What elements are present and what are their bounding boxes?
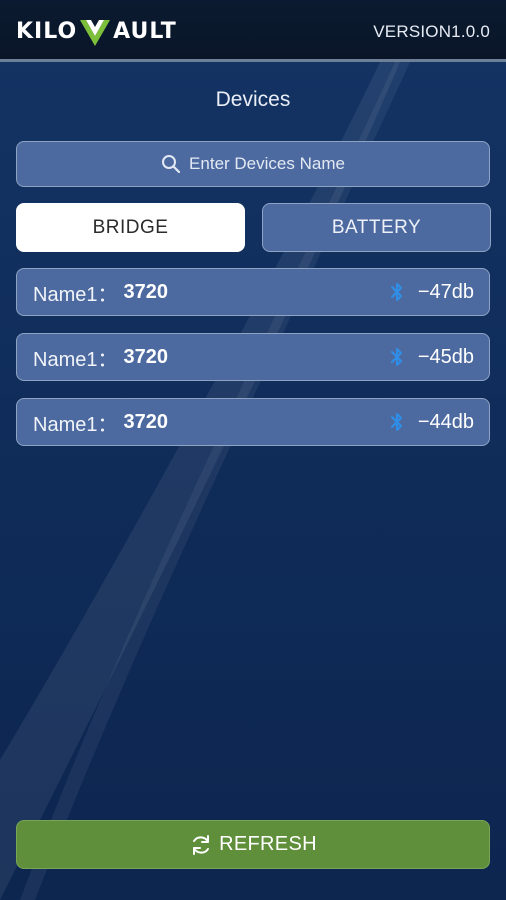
search-placeholder: Enter Devices Name	[189, 154, 345, 173]
device-signal: −45db	[390, 346, 474, 369]
signal-strength: −44db	[417, 410, 474, 433]
signal-strength: −47db	[417, 280, 474, 303]
device-name-label: Name1：	[33, 413, 118, 436]
tab-battery[interactable]: BATTERY	[262, 203, 491, 252]
bluetooth-icon	[390, 283, 402, 301]
device-signal: −44db	[390, 411, 474, 434]
device-name-value: 3720	[123, 345, 168, 368]
refresh-button[interactable]: REFRESH	[16, 820, 490, 869]
device-list: Name1： 3720 −47db Name1： 3720 −45db Name…	[16, 268, 490, 463]
device-item[interactable]: Name1： 3720 −44db	[16, 398, 490, 446]
search-icon	[162, 155, 181, 174]
logo-v-mark	[80, 20, 111, 46]
device-name-value: 3720	[123, 410, 168, 433]
logo-text-right: AULT	[113, 18, 177, 44]
refresh-icon	[193, 834, 210, 855]
app-header: KILO AULT VERSION1.0.0	[0, 0, 506, 62]
search-input[interactable]: Enter Devices Name	[16, 141, 490, 187]
tab-bridge[interactable]: BRIDGE	[16, 203, 245, 252]
device-signal: −47db	[390, 281, 474, 304]
app-screen: KILO AULT VERSION1.0.0 Devices Enter Dev…	[0, 0, 506, 900]
signal-strength: −45db	[417, 345, 474, 368]
refresh-label: REFRESH	[219, 833, 317, 855]
kilovault-logo: KILO AULT	[16, 14, 177, 48]
version-label: VERSION1.0.0	[373, 22, 490, 41]
device-name-label: Name1：	[33, 348, 118, 371]
logo-text-left: KILO	[16, 18, 78, 44]
bluetooth-icon	[390, 413, 402, 431]
bluetooth-icon	[390, 348, 402, 366]
device-item[interactable]: Name1： 3720 −45db	[16, 333, 490, 381]
device-name-value: 3720	[123, 280, 168, 303]
device-name-label: Name1：	[33, 283, 118, 306]
page-title: Devices	[215, 88, 291, 111]
device-item[interactable]: Name1： 3720 −47db	[16, 268, 490, 316]
